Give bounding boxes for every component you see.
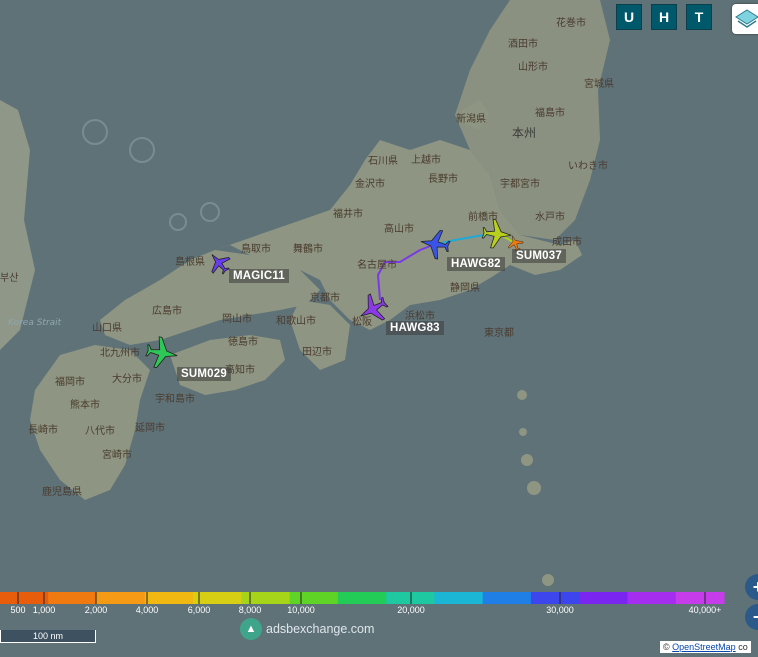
aircraft-label-hawg82[interactable]: HAWG82 bbox=[447, 257, 505, 271]
legend-tick: 8,000 bbox=[238, 605, 262, 615]
attribution-prefix: © bbox=[663, 642, 670, 652]
place-label: 成田市 bbox=[552, 237, 582, 248]
osm-link[interactable]: OpenStreetMap bbox=[672, 642, 736, 652]
legend-color-segment bbox=[675, 592, 725, 604]
legend-color-segment bbox=[337, 592, 387, 604]
place-label: 酒田市 bbox=[508, 39, 538, 50]
place-label: いわき市 bbox=[568, 161, 608, 172]
legend-tick: 6,000 bbox=[187, 605, 211, 615]
place-label: 鹿児島県 bbox=[42, 487, 82, 498]
place-label: 八代市 bbox=[85, 426, 115, 437]
altitude-legend-bar bbox=[0, 592, 725, 604]
attribution-suffix: co bbox=[738, 642, 748, 652]
place-label: 上越市 bbox=[411, 155, 441, 166]
place-label: 宇都宮市 bbox=[500, 179, 540, 190]
legend-color-segment bbox=[579, 592, 628, 604]
place-label: 山形市 bbox=[518, 62, 548, 73]
map-attribution: © OpenStreetMap co bbox=[660, 641, 751, 653]
place-label: 徳島市 bbox=[228, 337, 258, 348]
place-label: 福井市 bbox=[333, 209, 363, 220]
legend-tick: 40,000+ bbox=[688, 605, 722, 615]
aircraft-label-sum037[interactable]: SUM037 bbox=[512, 249, 566, 263]
place-label: 東京都 bbox=[484, 328, 514, 339]
place-label: 北九州市 bbox=[100, 348, 140, 359]
legend-color-segment bbox=[144, 592, 194, 604]
toggle-t-button[interactable]: T bbox=[686, 4, 712, 30]
legend-color-segment bbox=[530, 592, 580, 604]
place-label: 鳥取市 bbox=[241, 244, 271, 255]
place-label: 舞鶴市 bbox=[293, 244, 323, 255]
legend-color-segment bbox=[48, 592, 98, 604]
legend-color-segment bbox=[193, 592, 242, 604]
place-label: 前橋市 bbox=[468, 212, 498, 223]
legend-tick: 20,000 bbox=[397, 605, 425, 615]
legend-color-segment bbox=[434, 592, 484, 604]
legend-tick: 2,000 bbox=[84, 605, 108, 615]
place-label: 松阪 bbox=[352, 317, 372, 328]
sea-label: Korea Strait bbox=[8, 318, 62, 328]
place-label: 京都市 bbox=[310, 293, 340, 304]
place-label: 宮城県 bbox=[584, 79, 614, 90]
legend-color-segment bbox=[96, 592, 146, 604]
place-label: 福岡市 bbox=[55, 377, 85, 388]
aircraft-label-sum029[interactable]: SUM029 bbox=[177, 367, 231, 381]
place-label: 和歌山市 bbox=[276, 316, 316, 327]
legend-color-segment bbox=[627, 592, 677, 604]
aircraft-label-hawg83[interactable]: HAWG83 bbox=[386, 321, 444, 335]
place-label: 浜松市 bbox=[405, 311, 435, 322]
place-label: 石川県 bbox=[368, 156, 398, 167]
adsbx-logo-icon: ▲ bbox=[240, 618, 262, 640]
place-label: 熊本市 bbox=[70, 400, 100, 411]
legend-tick: 500 bbox=[10, 605, 26, 615]
place-label: 宮崎市 bbox=[102, 450, 132, 461]
legend-color-segment bbox=[289, 592, 339, 604]
toggle-u-button[interactable]: U bbox=[616, 4, 642, 30]
scale-bar: 100 nm bbox=[0, 630, 96, 643]
place-label: 静岡県 bbox=[450, 283, 480, 294]
place-label: 延岡市 bbox=[135, 423, 165, 434]
toggle-h-button[interactable]: H bbox=[651, 4, 677, 30]
brand[interactable]: ▲ adsbexchange.com bbox=[240, 618, 374, 640]
place-label: 金沢市 bbox=[355, 179, 385, 190]
legend-color-segment bbox=[241, 592, 291, 604]
place-label: 宇和島市 bbox=[155, 394, 195, 405]
legend-tick: 4,000 bbox=[135, 605, 159, 615]
place-label: 新潟県 bbox=[456, 114, 486, 125]
legend-color-segment bbox=[0, 592, 49, 604]
place-label: 田辺市 bbox=[302, 347, 332, 358]
place-label: 大分市 bbox=[112, 374, 142, 385]
legend-tick: 1,000 bbox=[32, 605, 56, 615]
place-label: 山口県 bbox=[92, 323, 122, 334]
legend-tick: 30,000 bbox=[546, 605, 574, 615]
place-label: 花巻市 bbox=[556, 18, 586, 29]
place-label: 岡山市 bbox=[222, 314, 252, 325]
legend-color-segment bbox=[482, 592, 532, 604]
place-label: 長崎市 bbox=[28, 425, 58, 436]
place-label: 水戸市 bbox=[535, 212, 565, 223]
layers-button[interactable] bbox=[732, 4, 758, 34]
legend-tick: 10,000 bbox=[287, 605, 315, 615]
region-label: 本州 bbox=[512, 126, 537, 140]
place-label: 広島市 bbox=[152, 306, 182, 317]
layers-icon bbox=[735, 9, 758, 28]
aircraft-label-magic11[interactable]: MAGIC11 bbox=[229, 269, 289, 283]
place-label: 부산 bbox=[0, 273, 19, 284]
place-label: 福島市 bbox=[535, 108, 565, 119]
place-label: 名古屋市 bbox=[357, 260, 397, 271]
brand-name: adsbexchange.com bbox=[266, 622, 375, 636]
place-label: 島根県 bbox=[175, 257, 205, 268]
place-label: 長野市 bbox=[428, 174, 458, 185]
place-label: 高山市 bbox=[384, 224, 414, 235]
